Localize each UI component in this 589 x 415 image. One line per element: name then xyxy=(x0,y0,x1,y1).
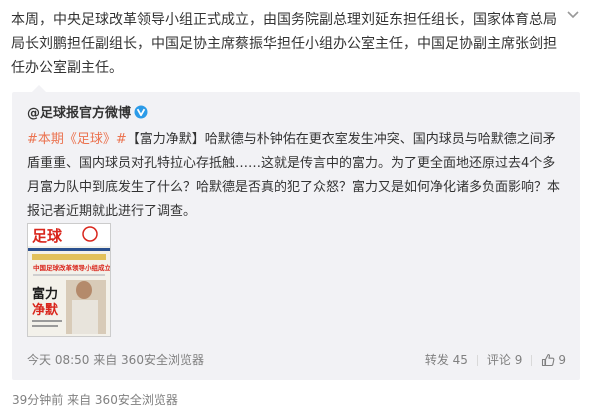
repost-author-line: @足球报官方微博 xyxy=(27,104,148,124)
repost-actions: 转发 45 评论 9 9 xyxy=(425,351,566,369)
repost-time-link[interactable]: 今天 08:50 xyxy=(27,353,89,367)
chevron-down-icon[interactable] xyxy=(566,10,580,20)
magazine-cover-thumbnail[interactable]: 足球 中国足球改革领导小组成立 富力 净默 xyxy=(27,223,111,337)
cover-title-1: 富力 xyxy=(32,286,58,302)
like-button[interactable]: 9 xyxy=(541,351,566,369)
verified-icon xyxy=(134,105,148,119)
repost-author-link[interactable]: @足球报官方微博 xyxy=(27,106,131,121)
repost-text-block: #本期《足球》#【富力净默】哈默德与朴钟佑在更衣室发生冲突、国内球员与哈默德之间… xyxy=(27,128,567,224)
post-meta: 39分钟前 来自 360安全浏览器 xyxy=(12,391,178,409)
repost-meta: 今天 08:50 来自 360安全浏览器 xyxy=(27,351,204,369)
masthead-text: 足球 xyxy=(32,227,63,245)
comment-count-link[interactable]: 评论 9 xyxy=(487,351,522,369)
repost-count-link[interactable]: 转发 45 xyxy=(425,351,468,369)
post-text: 本周，中央足球改革领导小组正式成立，由国务院副总理刘延东担任组长，国家体育总局局… xyxy=(11,12,557,76)
like-count: 9 xyxy=(558,353,566,367)
repost-source: 来自 360安全浏览器 xyxy=(93,353,204,367)
action-divider xyxy=(476,354,478,366)
post-time-link[interactable]: 39分钟前 xyxy=(12,393,63,407)
post-source: 来自 360安全浏览器 xyxy=(67,393,178,407)
magazine-cover-image: 足球 中国足球改革领导小组成立 富力 净默 xyxy=(28,224,110,336)
repost-card: @足球报官方微博 #本期《足球》#【富力净默】哈默德与朴钟佑在更衣室发生冲突、国… xyxy=(12,85,580,380)
cover-headline: 中国足球改革领导小组成立 xyxy=(33,263,110,272)
cover-title-2: 净默 xyxy=(32,302,59,318)
thumbs-up-icon xyxy=(542,353,555,367)
topic-link[interactable]: #本期《足球》# xyxy=(27,132,127,147)
action-divider xyxy=(531,354,533,366)
